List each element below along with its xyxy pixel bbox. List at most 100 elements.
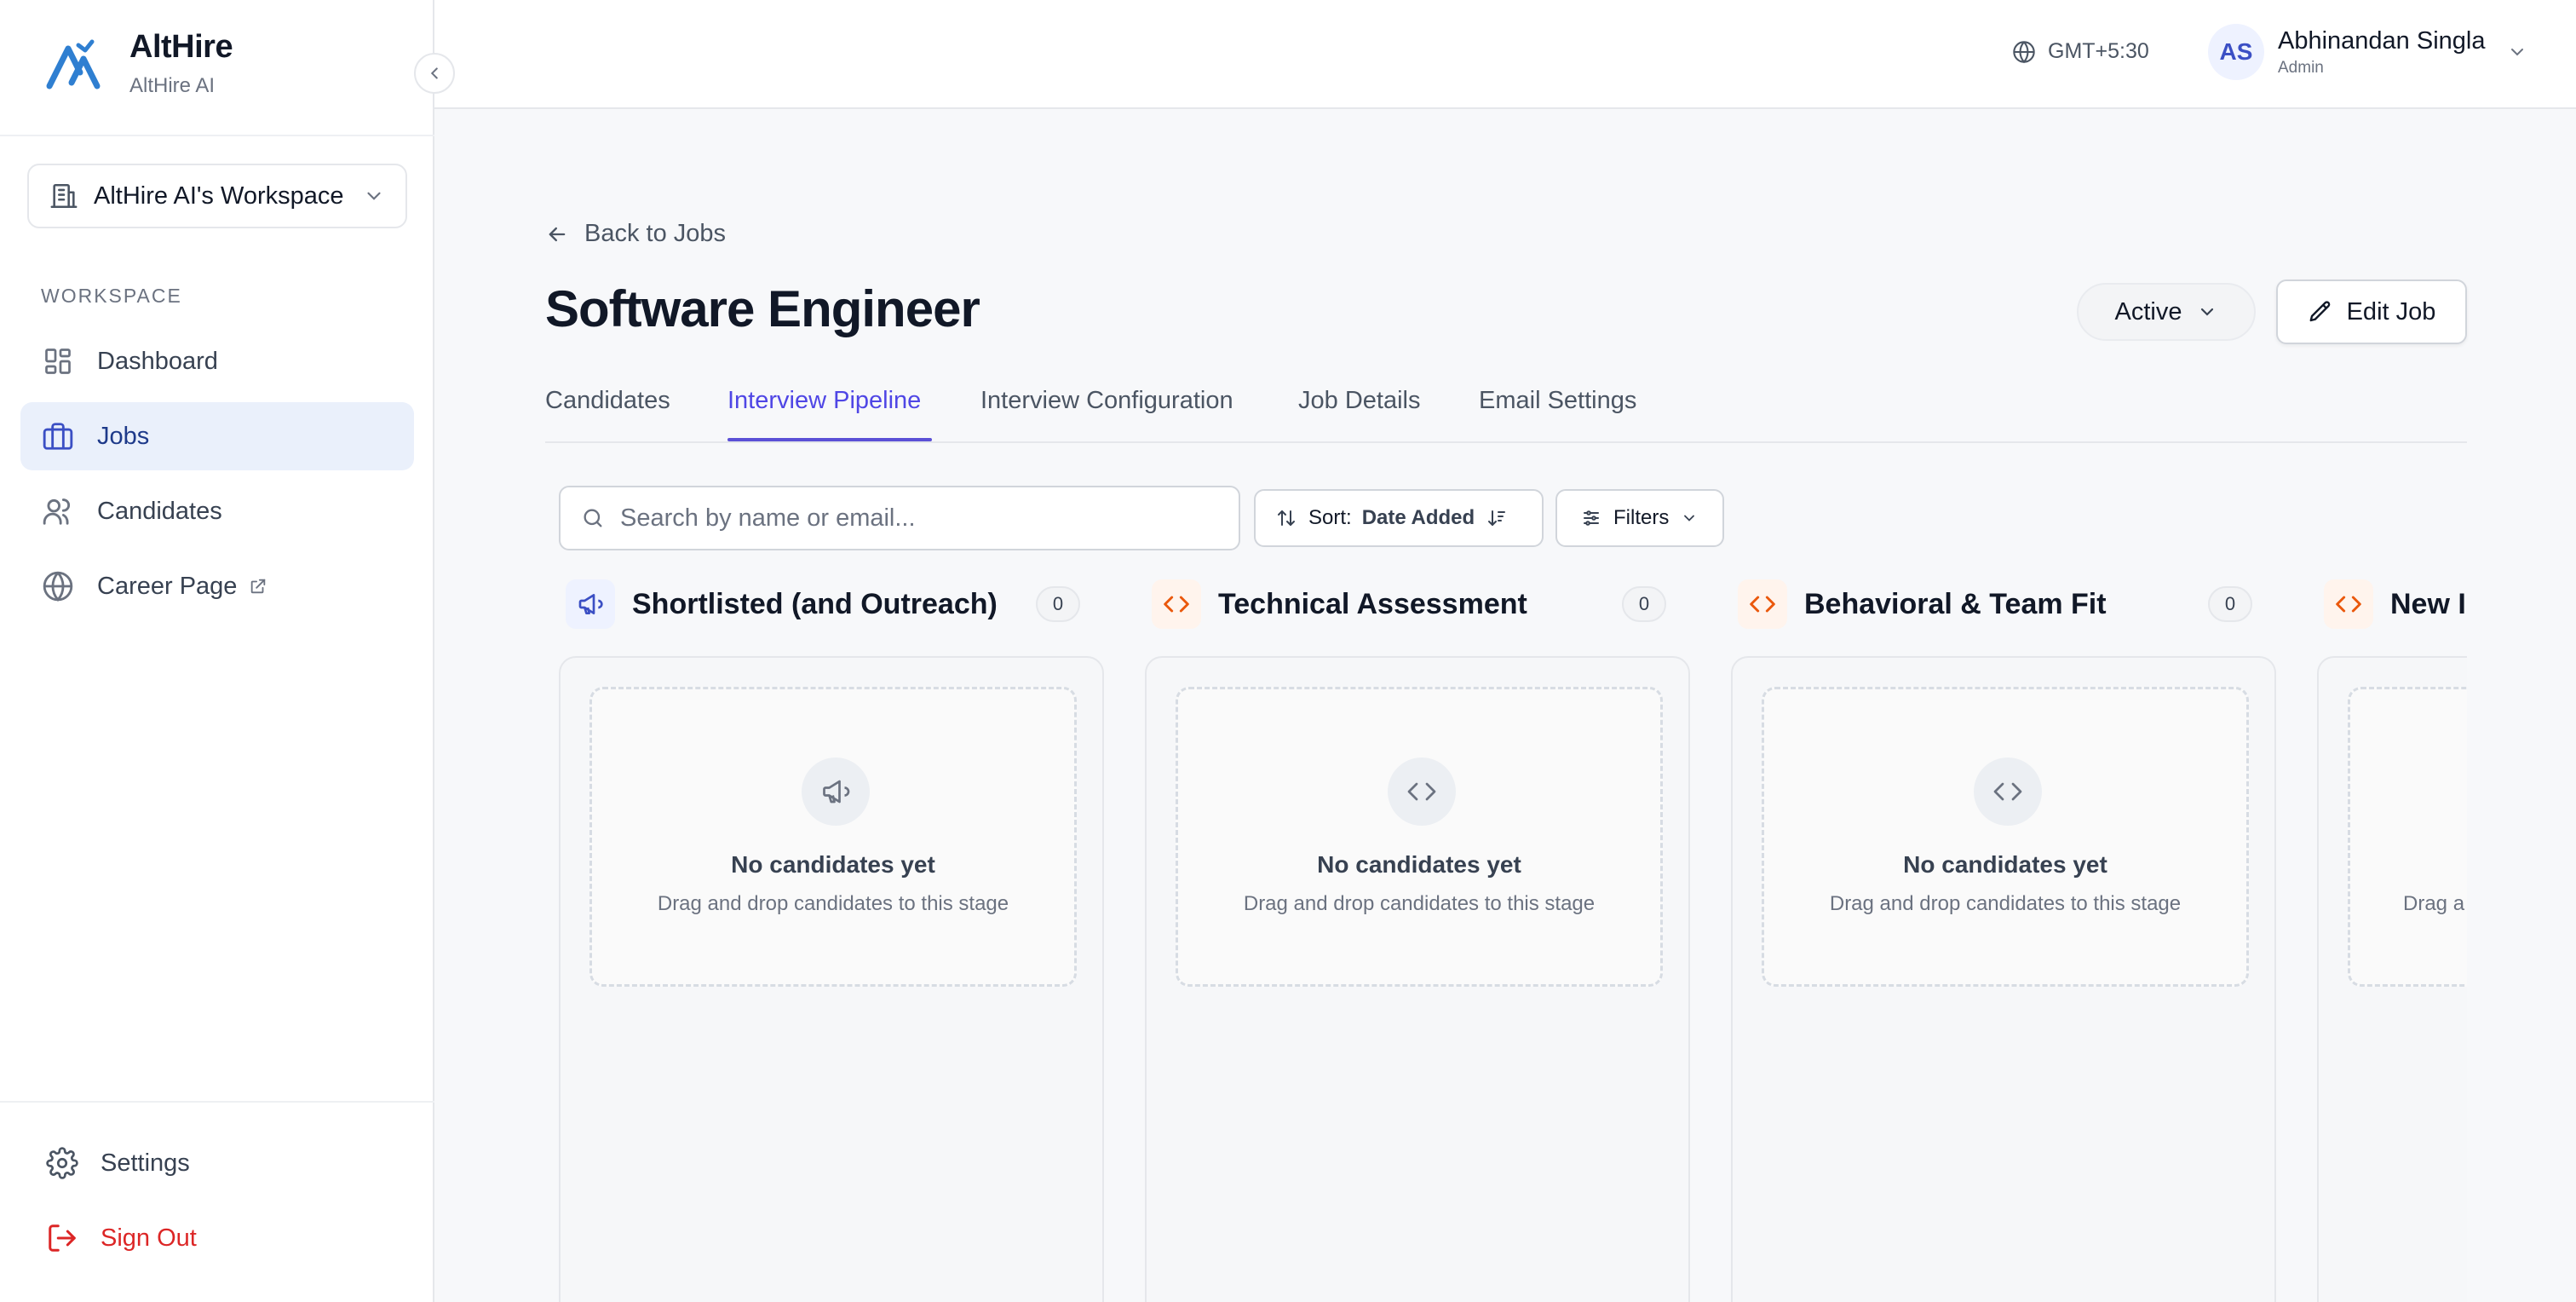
collapse-sidebar-button[interactable] [414,53,455,94]
sort-value: Date Added [1361,506,1475,529]
empty-state: No candidates yet Drag and drop candidat… [1762,687,2249,987]
section-label-workspace: WORKSPACE [41,285,182,307]
sort-label: Sort: [1308,506,1352,529]
gear-icon [46,1147,78,1179]
sidebar-item-label: Jobs [97,422,150,450]
workspace-selector[interactable]: AltHire AI's Workspace [27,164,407,228]
sidebar-item-jobs[interactable]: Jobs [20,402,414,470]
job-status-select[interactable]: Active [2077,283,2256,341]
empty-state: No candidates yet Drag and drop candidat… [1176,687,1663,987]
tab-job-details[interactable]: Job Details [1298,387,1420,415]
status-value: Active [2114,297,2182,326]
edit-job-button[interactable]: Edit Job [2276,279,2467,344]
building-icon [49,181,78,210]
users-icon [41,494,75,528]
brand-subtitle: AltHire AI [129,74,216,97]
tab-candidates[interactable]: Candidates [545,387,670,415]
job-tabs: Candidates Interview Pipeline Interview … [545,375,2467,443]
pipeline-column: Technical Assessment 0 No candidates yet… [1131,571,1690,1302]
user-name: Abhinandan Singla [2278,26,2486,55]
sort-button[interactable]: Sort: Date Added [1254,489,1544,547]
sidebar-divider [0,1101,434,1103]
empty-state: Drag a [2348,687,2467,987]
brand-name: AltHire [129,29,233,65]
timezone-label: GMT+5:30 [2048,39,2149,63]
column-drop-area[interactable]: No candidates yet Drag and drop candidat… [1731,656,2276,1302]
code-icon [1974,758,2042,826]
pipeline-column: Behavioral & Team Fit 0 No candidates ye… [1717,571,2276,1302]
edit-job-label: Edit Job [2346,297,2436,326]
sliders-icon [1581,508,1601,528]
chevron-down-icon [2507,42,2527,62]
sign-out-button[interactable]: Sign Out [46,1222,197,1254]
search-input[interactable] [620,504,1199,533]
empty-state-title: No candidates yet [1903,851,2107,878]
brand[interactable]: AltHire AltHire AI [43,29,233,98]
briefcase-icon [41,419,75,453]
empty-state-subtitle: Drag and drop candidates to this stage [1243,892,1596,915]
empty-state-subtitle: Drag a [2403,892,2465,915]
search-box[interactable] [559,486,1240,550]
pencil-icon [2308,299,2333,325]
filters-label: Filters [1613,506,1670,529]
logout-icon [46,1222,78,1254]
timezone-indicator[interactable]: GMT+5:30 [2012,39,2149,64]
althire-logo-icon [43,33,104,95]
empty-state: No candidates yet Drag and drop candidat… [589,687,1077,987]
column-header: New In [2324,576,2467,632]
code-icon [1738,579,1787,629]
column-title: Shortlisted (and Outreach) [632,587,998,620]
column-drop-area[interactable]: No candidates yet Drag and drop candidat… [559,656,1104,1302]
column-header: Shortlisted (and Outreach) 0 [566,576,1080,632]
tab-interview-pipeline[interactable]: Interview Pipeline [727,387,921,415]
sidebar-item-label: Career Page [97,572,238,600]
settings-label: Settings [101,1149,190,1177]
pipeline-column: New In Drag a [2303,571,2467,1302]
chevron-down-icon [363,185,385,207]
megaphone-icon [566,579,615,629]
sort-arrows-icon [1276,508,1297,528]
sort-order-icon[interactable] [1486,508,1507,528]
empty-state-title: No candidates yet [731,851,935,878]
sidebar: AltHire AltHire AI AltHire AI's Workspac… [0,0,434,1302]
column-title: Technical Assessment [1218,587,1527,620]
sidebar-nav: Dashboard Jobs Candidates Career Page [20,327,414,627]
tab-email-settings[interactable]: Email Settings [1479,387,1636,415]
active-tab-indicator [727,438,932,441]
user-menu[interactable]: AS Abhinandan Singla Admin [2208,24,2527,80]
filters-button[interactable]: Filters [1555,489,1724,547]
globe-icon [2012,40,2036,64]
dashboard-icon [41,344,75,378]
sidebar-item-career-page[interactable]: Career Page [20,552,414,620]
code-icon [2324,579,2373,629]
globe-icon [41,569,75,603]
sidebar-item-settings[interactable]: Settings [46,1147,190,1179]
chevron-down-icon [1681,510,1698,527]
avatar: AS [2208,24,2264,80]
pipeline-board: Shortlisted (and Outreach) 0 No candidat… [545,571,2467,1302]
empty-state-subtitle: Drag and drop candidates to this stage [1829,892,2182,915]
back-label: Back to Jobs [584,220,727,247]
column-count-badge: 0 [2208,586,2252,622]
empty-state-title: No candidates yet [1317,851,1521,878]
arrow-left-icon [545,222,569,246]
back-to-jobs-link[interactable]: Back to Jobs [545,220,726,248]
column-drop-area[interactable]: No candidates yet Drag and drop candidat… [1145,656,1690,1302]
column-count-badge: 0 [1622,586,1666,622]
column-count-badge: 0 [1036,586,1080,622]
user-role: Admin [2278,58,2324,77]
sidebar-divider [0,135,434,136]
top-bar: GMT+5:30 AS Abhinandan Singla Admin [434,0,2576,109]
empty-state-subtitle: Drag and drop candidates to this stage [657,892,1009,915]
page-title: Software Engineer [545,280,980,337]
column-title: Behavioral & Team Fit [1804,587,2107,620]
sign-out-label: Sign Out [101,1224,197,1252]
sidebar-item-candidates[interactable]: Candidates [20,477,414,545]
workspace-label: AltHire AI's Workspace [94,181,344,210]
column-header: Behavioral & Team Fit 0 [1738,576,2252,632]
column-drop-area[interactable]: Drag a [2317,656,2467,1302]
chevron-down-icon [2197,302,2217,322]
megaphone-icon [802,758,870,826]
tab-interview-configuration[interactable]: Interview Configuration [980,387,1233,415]
sidebar-item-dashboard[interactable]: Dashboard [20,327,414,395]
